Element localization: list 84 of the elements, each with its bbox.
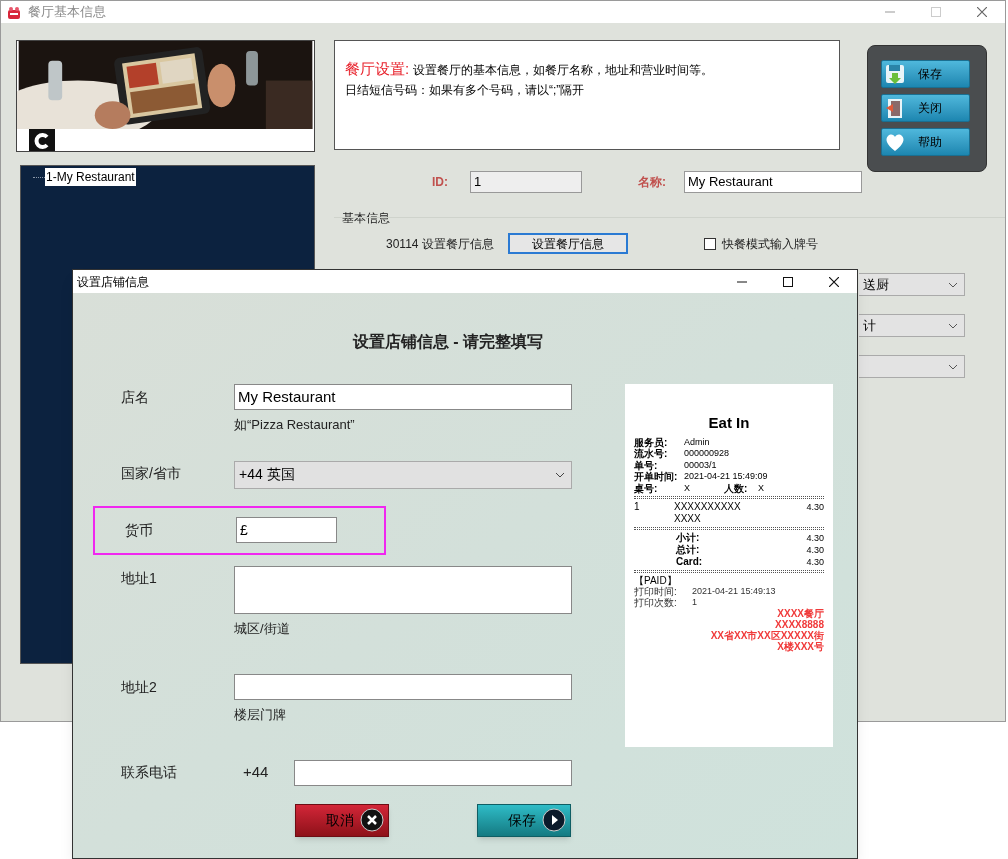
receipt-value: 1 [692,597,697,608]
chevron-down-icon [948,363,958,370]
phone-prefix: +44 [242,762,270,783]
checkbox-label: 快餐模式输入牌号 [721,235,818,253]
receipt-label: 开单时间: [634,471,679,483]
field-label: 店名 [121,387,149,407]
window-title: 餐厅基本信息 [28,3,106,22]
chevron-down-icon [555,471,565,478]
setting-label: 30114 设置餐厅信息 [386,235,494,253]
dialog-title: 设置店铺信息 [77,273,149,291]
app-icon [6,4,22,20]
info-text: 日结短信号码：如果有多个号码，请以“;”隔开 [345,81,586,99]
receipt-footer: XXXX餐厅 [777,608,824,619]
chevron-down-icon [948,322,958,329]
tree-item[interactable]: 1-My Restaurant [45,168,136,186]
receipt-label: 总计: [676,544,700,556]
receipt-value: X [758,482,764,494]
text-field[interactable]: My Restaurant [234,384,572,410]
field-label: 地址2 [121,677,157,697]
text-field[interactable] [234,674,572,700]
phone-field[interactable] [294,759,572,786]
field-label: 联系电话 [121,763,177,782]
minimize-icon [885,11,895,13]
receipt-label: 人数: [724,482,749,494]
receipt-value: Admin [684,436,710,448]
receipt-qty: 1 [634,501,641,513]
receipt-label: 打印次数: [634,597,678,608]
dropdown-value: 送厨 [862,275,890,294]
play-icon [542,808,566,832]
receipt-footer: XX省XX市XX区XXXXX街 [710,630,824,641]
receipt-value: 4.30 [806,556,824,568]
receipt-value: 4.30 [806,544,824,556]
name-field[interactable]: My Restaurant [684,171,862,193]
dropdown[interactable]: 送厨 [859,273,965,296]
field-label: 地址1 [121,569,157,588]
side-button[interactable]: 保存 [881,60,970,88]
side-button[interactable]: 关闭 [881,94,970,122]
close-icon [829,276,839,287]
save-button[interactable]: 保存 [477,803,571,837]
receipt-footer: X楼XXX号 [777,641,824,652]
receipt-label: 打印时间: [634,586,678,597]
maximize-icon [783,276,793,287]
receipt-footer: XXXX8888 [775,619,824,630]
receipt-value: 000000928 [684,448,730,460]
receipt-label: 流水号: [634,448,669,460]
dialog-heading: 设置店铺信息 - 请完整填写 [352,332,544,352]
receipt-price: 4.30 [806,501,824,513]
field-label: 名称: [638,174,667,191]
close-icon [360,808,384,832]
setting-button[interactable]: 设置餐厅信息 [507,233,628,254]
dropdown-value: 计 [862,316,877,335]
receipt-label: 小计: [676,532,700,544]
maximize-icon [931,7,941,17]
field-hint: 楼层门牌 [234,706,287,724]
receipt-label: Card: [676,556,703,568]
close-icon [977,7,987,17]
field-label: 国家/省市 [121,464,181,483]
receipt-label: 桌号: [634,482,659,494]
receipt-value: 2021-04-21 15:49:09 [684,471,768,483]
receipt-value: 00003/1 [684,459,717,471]
receipt-value: 4.30 [806,532,824,544]
address-field[interactable] [234,565,572,614]
receipt-value: X [684,482,691,494]
receipt-item: XXXXXXXXXX XXXX [674,501,742,525]
checkbox[interactable] [703,237,716,250]
id-field: 1 [470,171,582,193]
info-text: 设置餐厅的基本信息，如餐厅名称，地址和营业时间等。 [413,62,714,79]
chevron-down-icon [948,281,958,288]
receipt-status: 【PAID】 [634,575,677,586]
receipt-title: Eat In [708,413,750,433]
receipt-value: 2021-04-21 15:49:13 [692,586,776,597]
receipt-label: 单号: [634,459,659,471]
dropdown[interactable] [859,355,965,378]
minimize-icon [737,280,747,283]
currency-field[interactable]: £ [236,517,337,543]
field-hint: 城区/街道 [234,619,291,638]
field-label: ID: [432,174,449,191]
info-title: 餐厅设置: [345,59,410,79]
field-hint: 如“Pizza Restaurant” [234,416,356,434]
receipt-label: 服务员: [634,436,669,448]
country-dropdown[interactable]: +44 英国 [234,460,572,489]
side-button[interactable]: 帮助 [881,128,970,156]
dropdown[interactable]: 计 [859,314,965,337]
field-label: 货币 [124,520,153,540]
